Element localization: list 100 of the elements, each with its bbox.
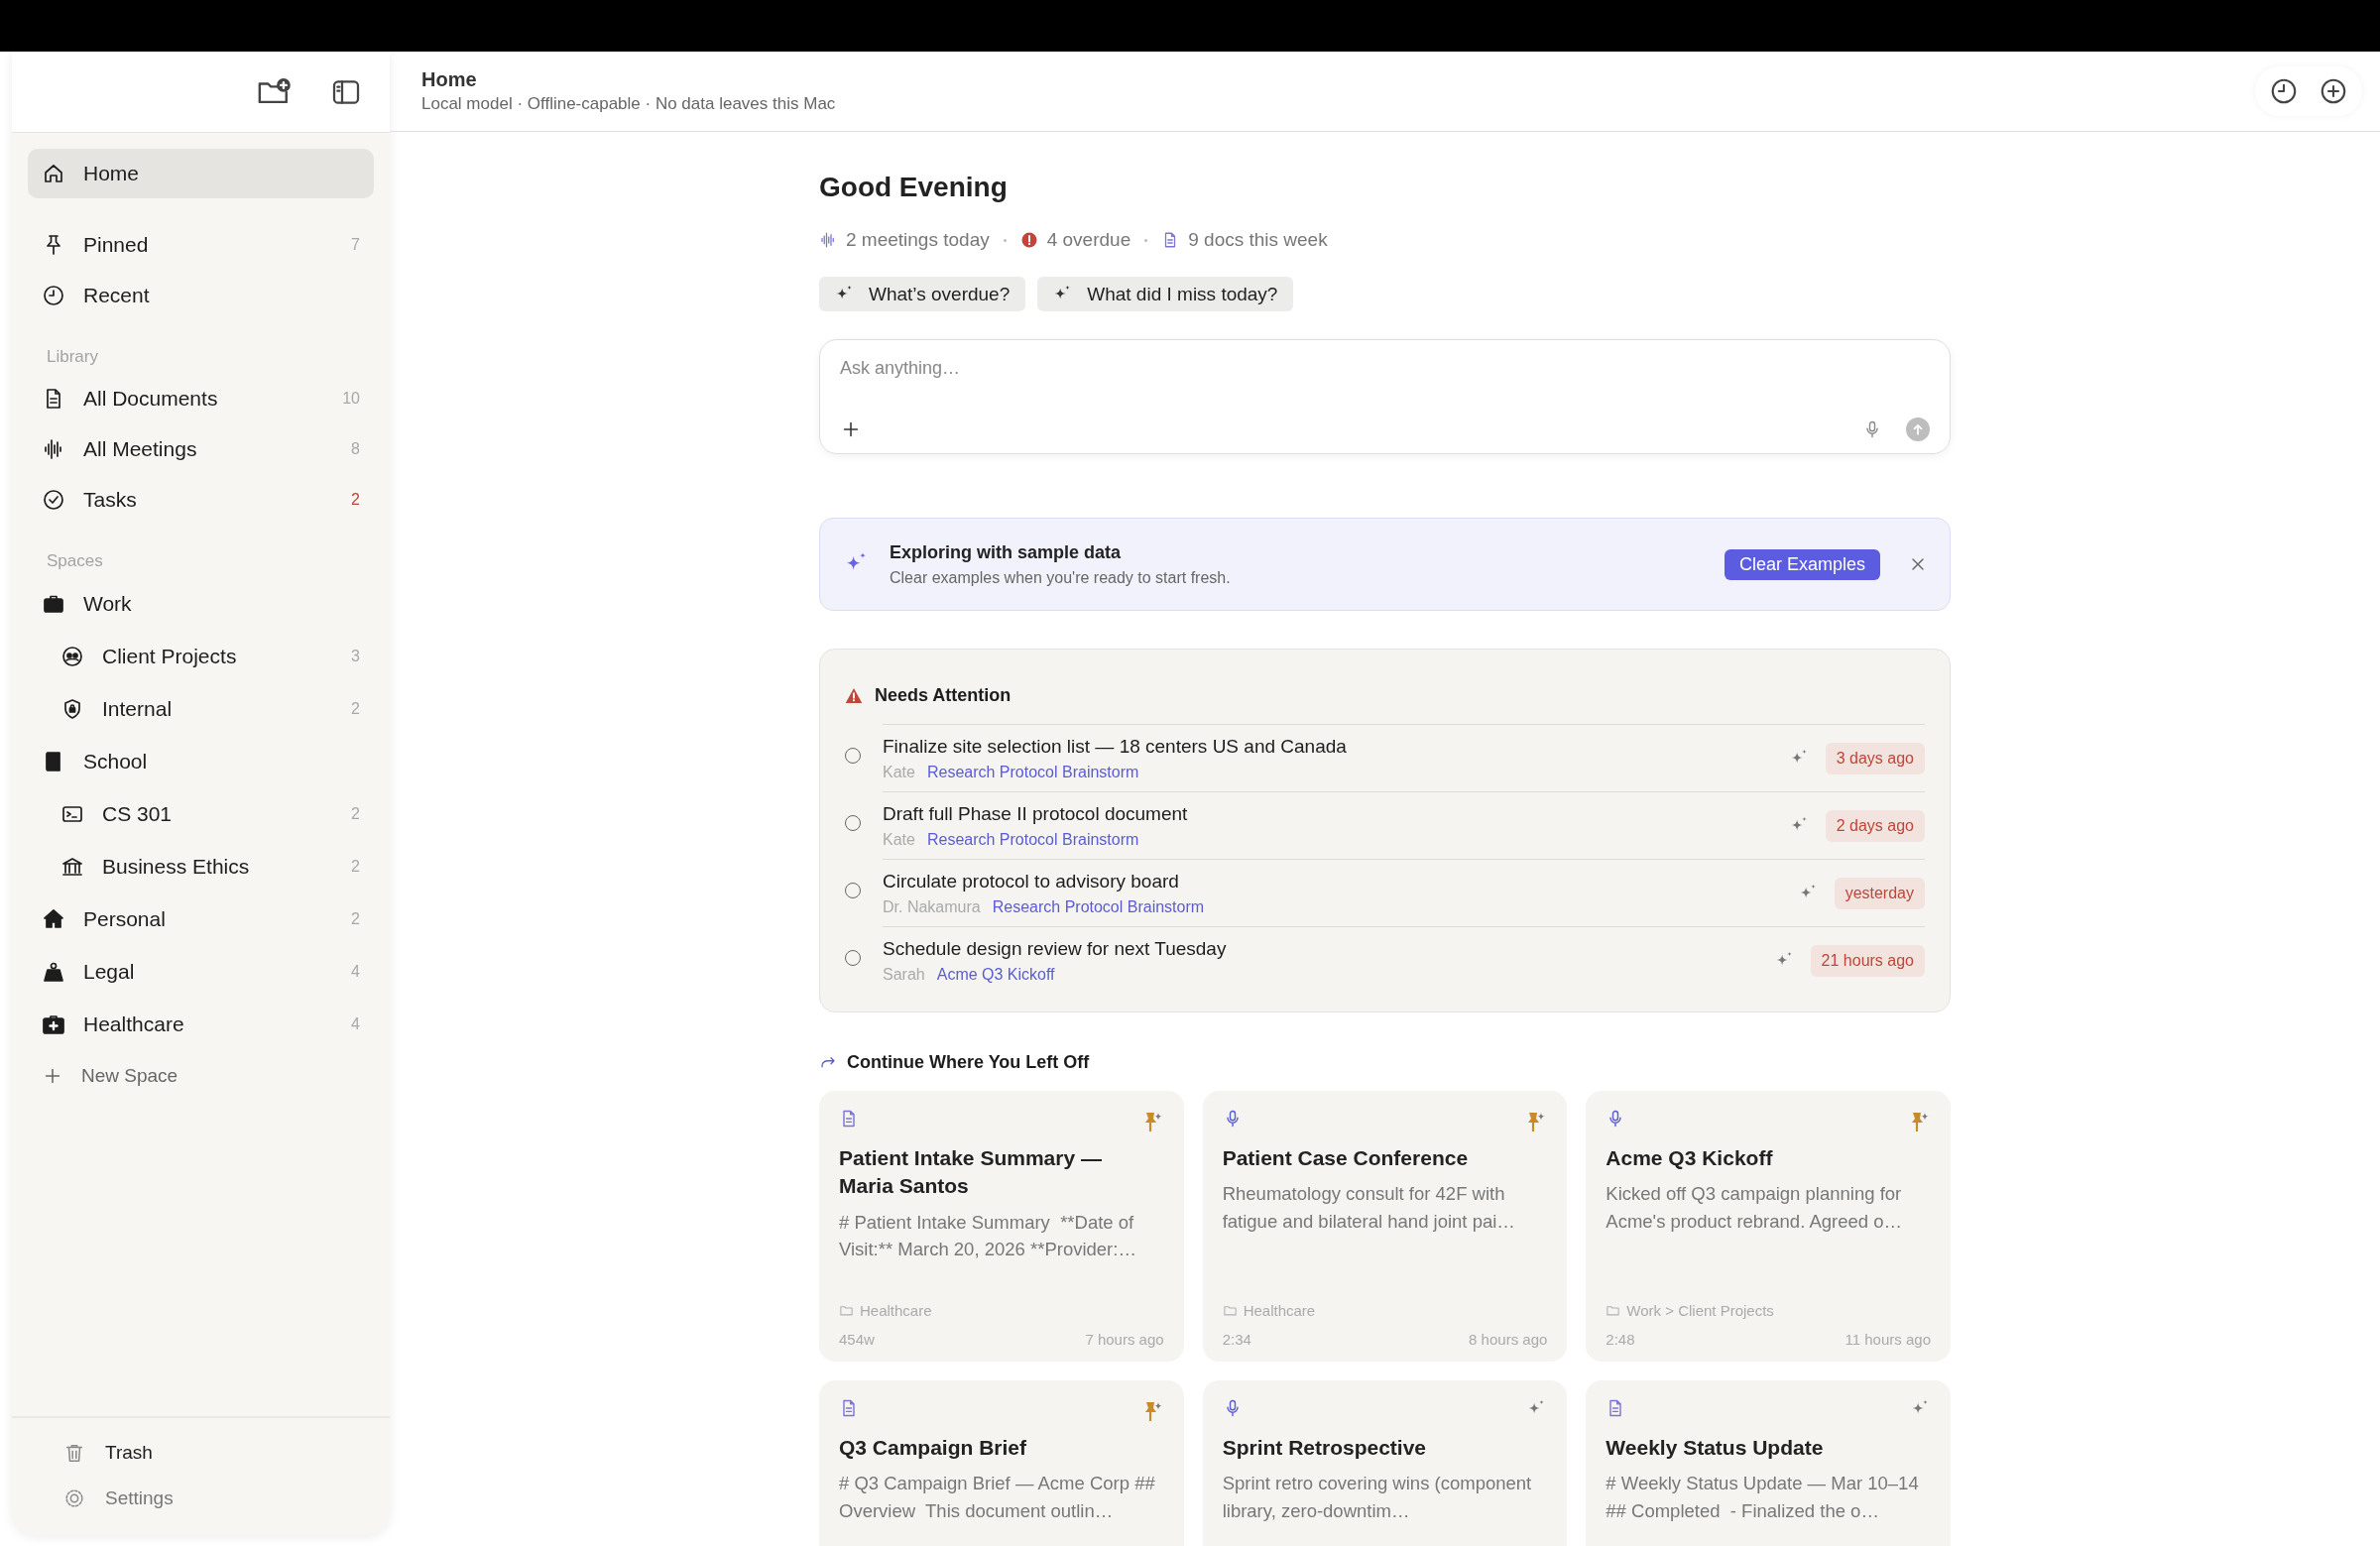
item-count: 2 <box>351 490 361 509</box>
greeting-heading: Good Evening <box>819 172 1009 203</box>
sidebar-item[interactable]: Recent <box>28 270 374 320</box>
clock-icon <box>2269 76 2299 106</box>
source-link[interactable]: Acme Q3 Kickoff <box>936 965 1055 984</box>
card-title: Q3 Campaign Brief <box>839 1435 1028 1461</box>
sidebar-item[interactable]: Legal 4 <box>28 945 374 998</box>
item-count: 4 <box>351 1014 361 1033</box>
alert-icon <box>1019 231 1038 249</box>
check-circle-icon <box>42 487 65 512</box>
card-time: 8 hours ago <box>1469 1331 1548 1348</box>
ask-field[interactable]: Ask anything… <box>840 354 1930 383</box>
history-button[interactable] <box>2269 76 2299 106</box>
due-badge: yesterday <box>1834 877 1925 909</box>
item-count: 8 <box>351 439 361 458</box>
clock-icon <box>42 283 65 307</box>
card-title: Sprint Retrospective <box>1222 1435 1428 1461</box>
due-badge: 2 days ago <box>1825 809 1925 842</box>
due-badge: 21 hours ago <box>1810 944 1925 977</box>
sidebar-item[interactable]: All Documents 10 <box>28 373 374 423</box>
card-folder: Healthcare <box>860 1302 932 1319</box>
task-title: Draft full Phase II protocol document <box>883 802 1189 825</box>
card-time: 11 hours ago <box>1844 1331 1931 1348</box>
card-time: 7 hours ago <box>1085 1331 1164 1348</box>
task-assignee: Kate <box>883 830 915 849</box>
sidebar-item[interactable]: Settings <box>28 1476 374 1521</box>
sidebar-item[interactable]: Work <box>28 577 374 630</box>
recent-card[interactable]: Weekly Status Update # Weekly Status Update — Mar 10–14 ## Completed - Finalized the o… <box>1586 1380 1951 1546</box>
item-count: 4 <box>351 962 361 981</box>
warning-icon <box>845 687 863 704</box>
clear-examples-button[interactable]: Clear Examples <box>1724 548 1880 580</box>
item-count: 10 <box>342 389 361 408</box>
new-button[interactable] <box>2319 76 2348 106</box>
card-preview: Rheumatology consult for 42F with fatigue and bilateral hand joint pai… <box>1222 1182 1516 1235</box>
due-badge: 3 days ago <box>1825 742 1925 774</box>
new-space-button[interactable]: New Space <box>28 1050 374 1101</box>
banner-text: Clear examples when you're ready to start fresh. <box>890 568 1232 587</box>
card-preview: # Weekly Status Update — Mar 10–14 ## Completed - Finalized the o… <box>1606 1472 1920 1524</box>
card-preview: # Q3 Campaign Brief — Acme Corp ## Overview This document outlin… <box>839 1472 1156 1524</box>
source-link[interactable]: Research Protocol Brainstorm <box>926 830 1139 849</box>
sidebar-item[interactable]: Client Projects 3 <box>28 630 374 682</box>
sidebar-item[interactable]: Healthcare 4 <box>28 998 374 1050</box>
folder-icon <box>839 1303 854 1318</box>
item-count: 2 <box>351 804 361 823</box>
banner-title: Exploring with sample data <box>890 541 1123 563</box>
folder-icon <box>1606 1303 1621 1318</box>
sidebar-item[interactable]: All Meetings 8 <box>28 423 374 474</box>
stat-text: 4 overdue <box>1046 229 1131 251</box>
item-count: 2 <box>351 699 361 718</box>
stat-text: 2 meetings today <box>846 229 990 251</box>
source-link[interactable]: Research Protocol Brainstorm <box>926 763 1139 781</box>
sidebar-item[interactable]: Personal 2 <box>28 892 374 945</box>
circle-plus-icon <box>2319 76 2348 106</box>
sidebar-item[interactable]: CS 301 2 <box>28 787 374 840</box>
card-meta: 2:34 <box>1222 1331 1251 1348</box>
item-count: 2 <box>351 909 361 928</box>
task-title: Schedule design review for next Tuesday <box>883 937 1228 960</box>
panel-title: Needs Attention <box>875 685 1012 706</box>
card-folder: Work > Client Projects <box>1626 1302 1774 1319</box>
task-assignee: Kate <box>883 763 915 781</box>
stat-text: 9 docs this week <box>1188 229 1328 251</box>
page-title: Home <box>421 68 478 91</box>
item-count: 2 <box>351 857 361 876</box>
item-count: 3 <box>351 647 361 665</box>
gear-icon <box>63 1487 85 1509</box>
card-preview: Kicked off Q3 campaign planning for Acme's product rebrand. Agreed o… <box>1606 1182 1903 1235</box>
task-title: Finalize site selection list — 18 centers US and Canada <box>883 735 1348 758</box>
card-title: Patient Intake Summary — Maria Santos <box>839 1145 1103 1200</box>
house-filled-icon <box>42 906 65 931</box>
sidebar-item[interactable]: Trash <box>28 1430 374 1476</box>
recent-card[interactable]: Q3 Campaign Brief # Q3 Campaign Brief — Acme Corp ## Overview This document outlin… <box>819 1380 1184 1546</box>
recent-card[interactable]: Patient Intake Summary — Maria Santos # Patient Intake Summary **Date of Visit:** March 20, 2026 **Provider:… Healthcare 454w 7 hours ago <box>819 1091 1184 1362</box>
sidebar-item[interactable]: School <box>28 735 374 787</box>
sidebar-item[interactable]: Internal 2 <box>28 682 374 735</box>
task-title: Circulate protocol to advisory board <box>883 870 1180 892</box>
suggestion-chip[interactable]: What’s overdue? <box>819 277 1026 311</box>
house-icon <box>42 162 65 185</box>
card-preview: # Patient Intake Summary **Date of Visit:** March 20, 2026 **Provider:… <box>839 1210 1137 1262</box>
sidebar-item[interactable]: Home <box>28 149 374 198</box>
people-icon <box>60 644 84 668</box>
section-label: Spaces <box>46 550 104 572</box>
recent-card[interactable]: Patient Case Conference Rheumatology consult for 42F with fatigue and bilateral hand joint pai… Healthcare 2:34 8 hours ago <box>1202 1091 1568 1362</box>
section-title: Continue Where You Left Off <box>847 1052 1090 1073</box>
trash-icon <box>63 1442 85 1464</box>
recent-card[interactable]: Acme Q3 Kickoff Kicked off Q3 campaign planning for Acme's product rebrand. Agreed o… Work > Client Projects 2:48 11 hours ago <box>1586 1091 1951 1362</box>
arrow-up-icon <box>1911 422 1925 436</box>
sidebar-item[interactable]: Tasks 2 <box>28 474 374 525</box>
section-label: Library <box>46 346 99 368</box>
page-subtitle: Local model · Offline-capable · No data leaves this Mac <box>421 94 837 114</box>
sidebar-item[interactable]: Business Ethics 2 <box>28 840 374 892</box>
card-title: Patient Case Conference <box>1222 1145 1470 1171</box>
card-folder: Healthcare <box>1243 1302 1316 1319</box>
card-preview: Sprint retro covering wins (component library, zero-downtim… <box>1222 1472 1533 1524</box>
source-link[interactable]: Research Protocol Brainstorm <box>992 897 1205 916</box>
task-assignee: Sarah <box>883 965 925 984</box>
card-title: Acme Q3 Kickoff <box>1606 1145 1774 1171</box>
recent-card[interactable]: Sprint Retrospective Sprint retro covering wins (component library, zero-downtim… <box>1202 1380 1568 1546</box>
task-assignee: Dr. Nakamura <box>883 897 981 916</box>
sidebar-item[interactable]: Pinned 7 <box>28 219 374 270</box>
suggestion-chip[interactable]: What did I miss today? <box>1037 277 1294 311</box>
